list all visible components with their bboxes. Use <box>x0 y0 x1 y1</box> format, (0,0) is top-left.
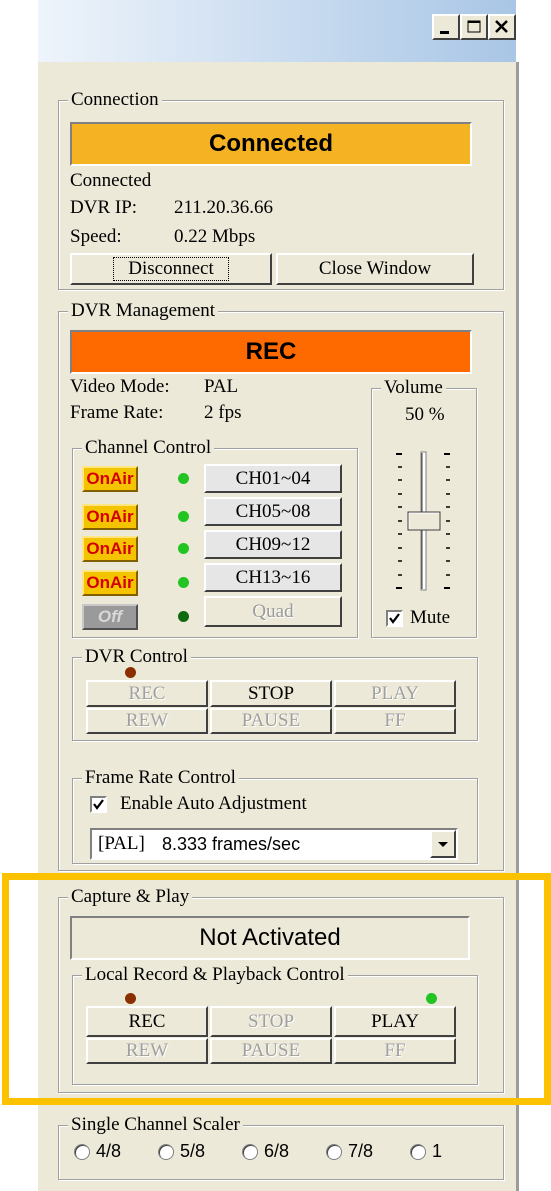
scaler-radio-5-8[interactable] <box>158 1144 174 1160</box>
dvr-rec-indicator-led <box>125 667 136 678</box>
scaler-label-6-8: 6/8 <box>264 1141 290 1161</box>
highlight-box <box>2 873 551 1105</box>
dvr-control-legend: DVR Control <box>82 647 191 667</box>
auto-adjust-label: Enable Auto Adjustment <box>120 793 307 814</box>
dvr-stop-button[interactable]: STOP <box>210 680 332 707</box>
dvr-rew-button[interactable]: REW <box>86 708 208 734</box>
channel-button-ch09-12[interactable]: CH09~12 <box>204 530 342 559</box>
volume-thumb <box>407 511 441 531</box>
frame-rate-value: 2 fps <box>204 402 242 423</box>
onair-toggle-1[interactable]: OnAir <box>82 466 138 492</box>
dvr-ff-button[interactable]: FF <box>334 708 456 734</box>
channel-button-ch05-08[interactable]: CH05~08 <box>204 497 342 526</box>
disconnect-label: Disconnect <box>113 257 229 281</box>
led-indicator-3 <box>178 543 189 554</box>
volume-slider[interactable] <box>384 448 464 596</box>
dvr-pause-button[interactable]: PAUSE <box>210 708 332 734</box>
maximize-icon[interactable] <box>460 14 488 40</box>
channel-button-ch01-04[interactable]: CH01~04 <box>204 464 342 493</box>
frame-rate-control-legend: Frame Rate Control <box>82 768 239 788</box>
dvr-management-legend: DVR Management <box>68 301 219 321</box>
scaler-radio-1[interactable] <box>410 1144 426 1160</box>
dvr-ip-label: DVR IP: <box>70 197 138 218</box>
speed-label: Speed: <box>70 226 122 247</box>
dvr-status-panel: REC <box>70 330 472 374</box>
close-window-button[interactable]: Close Window <box>276 253 474 285</box>
led-indicator-5 <box>178 611 189 622</box>
mute-label: Mute <box>410 607 451 628</box>
disconnect-button[interactable]: Disconnect <box>70 253 272 285</box>
led-indicator-2 <box>178 511 189 522</box>
off-toggle-5[interactable]: Off <box>82 604 138 630</box>
minimize-icon[interactable] <box>432 14 460 40</box>
connection-status-panel: Connected <box>70 122 472 166</box>
onair-toggle-4[interactable]: OnAir <box>82 570 138 596</box>
frame-rate-label: Frame Rate: <box>70 402 164 423</box>
volume-legend: Volume <box>381 378 446 398</box>
scaler-label-4-8: 4/8 <box>96 1141 122 1161</box>
scaler-legend: Single Channel Scaler <box>68 1115 243 1135</box>
volume-value: 50 % <box>405 404 445 425</box>
scaler-radio-7-8[interactable] <box>326 1144 342 1160</box>
led-indicator-1 <box>178 473 189 484</box>
auto-adjust-checkbox[interactable] <box>90 796 107 813</box>
scaler-label-1: 1 <box>432 1141 443 1161</box>
scaler-label-7-8: 7/8 <box>348 1141 374 1161</box>
video-mode-label: Video Mode: <box>70 376 170 397</box>
video-mode-value: PAL <box>204 376 239 397</box>
scaler-radio-6-8[interactable] <box>242 1144 258 1160</box>
onair-toggle-3[interactable]: OnAir <box>82 536 138 562</box>
speed-value: 0.22 Mbps <box>174 226 256 247</box>
close-icon[interactable] <box>488 14 516 40</box>
channel-button-ch13-16[interactable]: CH13~16 <box>204 563 342 592</box>
frame-rate-select-prefix: [PAL] <box>98 833 145 854</box>
led-indicator-4 <box>178 577 189 588</box>
dvr-play-button[interactable]: PLAY <box>334 680 456 707</box>
scaler-label-5-8: 5/8 <box>180 1141 206 1161</box>
frame-rate-select-value: 8.333 frames/sec <box>162 834 301 854</box>
connection-status-text: Connected <box>70 170 152 191</box>
chevron-down-icon[interactable] <box>430 830 456 858</box>
mute-checkbox[interactable] <box>386 610 403 627</box>
title-bar <box>38 0 516 62</box>
channel-control-legend: Channel Control <box>82 438 215 458</box>
dvr-ip-value: 211.20.36.66 <box>174 197 274 218</box>
frame-rate-select[interactable]: [PAL] 8.333 frames/sec <box>90 828 458 860</box>
connection-legend: Connection <box>68 90 162 110</box>
dvr-rec-button[interactable]: REC <box>86 680 208 707</box>
quad-button[interactable]: Quad <box>204 596 342 627</box>
onair-toggle-2[interactable]: OnAir <box>82 504 138 530</box>
scaler-radio-4-8[interactable] <box>74 1144 90 1160</box>
